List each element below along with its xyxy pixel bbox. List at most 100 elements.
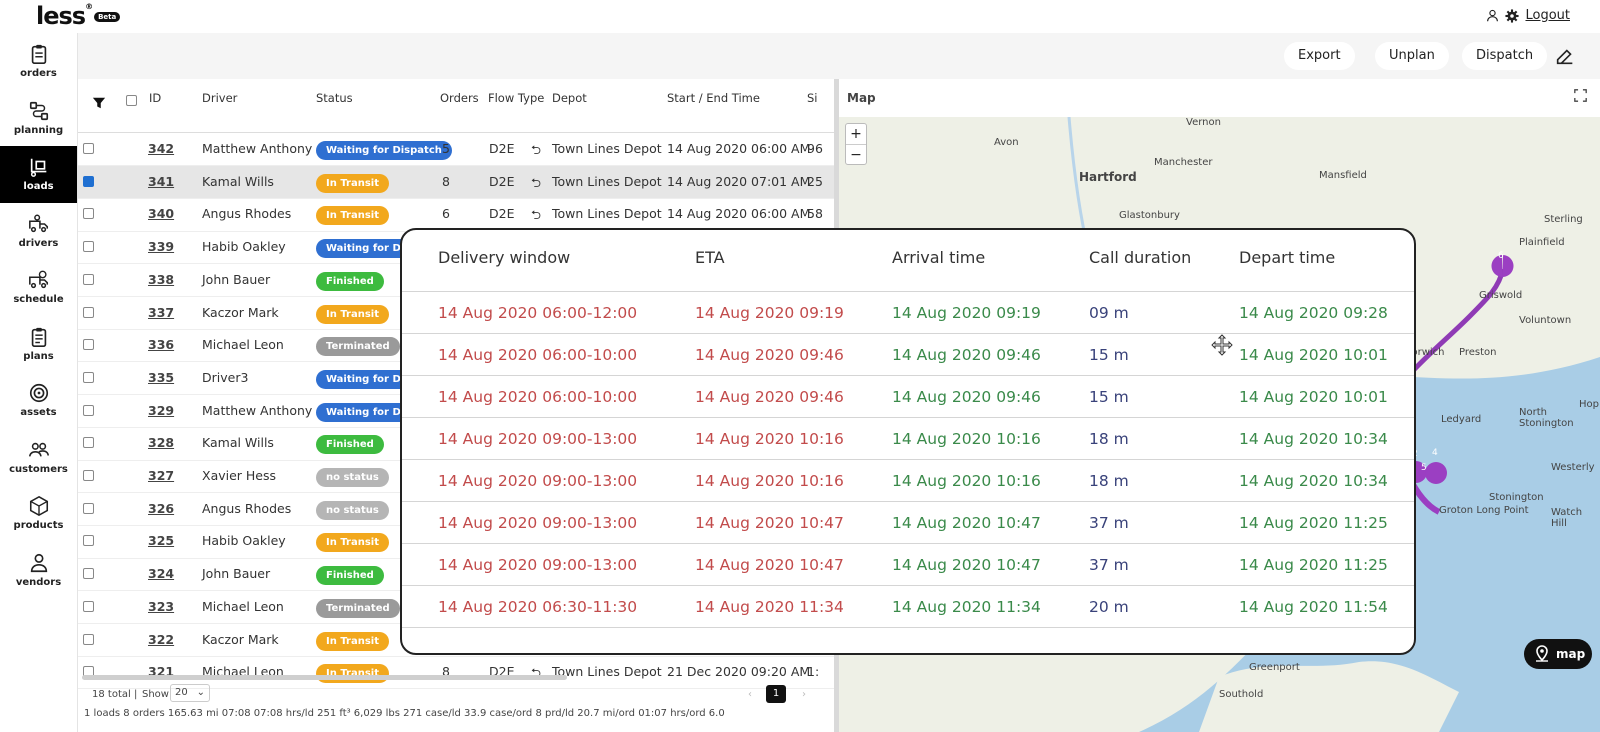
load-id-link[interactable]: 336 bbox=[148, 337, 174, 352]
eta: 14 Aug 2020 09:46 bbox=[695, 388, 844, 406]
col-orders[interactable]: Orders bbox=[440, 91, 479, 105]
row-checkbox[interactable] bbox=[83, 273, 94, 285]
dispatch-button[interactable]: Dispatch bbox=[1462, 42, 1548, 70]
row-checkbox[interactable] bbox=[83, 241, 94, 253]
load-id-link[interactable]: 328 bbox=[148, 435, 174, 450]
table-row[interactable]: 342 Matthew Anthony Waiting for Dispatch 5 D… bbox=[78, 133, 838, 167]
unplan-button[interactable]: Unplan bbox=[1375, 42, 1449, 70]
sidebar-item-drivers[interactable]: drivers bbox=[0, 203, 77, 260]
export-button[interactable]: Export bbox=[1284, 42, 1355, 70]
table-row[interactable]: 341 Kamal Wills In Transit 8 D2E ⮌ Town Lines … bbox=[78, 165, 838, 199]
logout-link[interactable]: Logout bbox=[1525, 8, 1570, 23]
map-label: Manchester bbox=[1154, 157, 1213, 168]
row-checkbox[interactable] bbox=[83, 208, 94, 220]
sidebar: orders planning loads drivers schedule p… bbox=[0, 33, 78, 732]
col-driver[interactable]: Driver bbox=[202, 91, 237, 105]
delivery-window: 14 Aug 2020 09:00-13:00 bbox=[438, 556, 638, 574]
sidebar-item-products[interactable]: products bbox=[0, 485, 77, 542]
col-id[interactable]: ID bbox=[149, 91, 161, 105]
sidebar-item-orders[interactable]: orders bbox=[0, 33, 77, 90]
status-badge: In Transit bbox=[316, 533, 390, 553]
summary-stats: 1 loads 8 orders 165.63 mi 07:08 07:08 h… bbox=[84, 708, 725, 719]
col-status[interactable]: Status bbox=[316, 91, 353, 105]
popup-row: 14 Aug 2020 06:30-11:30 14 Aug 2020 11:34… bbox=[402, 586, 1414, 628]
map-label: Southold bbox=[1219, 689, 1264, 700]
col-arrival-time: Arrival time bbox=[892, 248, 986, 267]
row-checkbox[interactable] bbox=[83, 600, 94, 612]
status-badge: In Transit bbox=[316, 304, 390, 324]
row-checkbox[interactable] bbox=[83, 339, 94, 351]
load-id-link[interactable]: 324 bbox=[148, 566, 174, 581]
load-id-link[interactable]: 323 bbox=[148, 599, 174, 614]
load-id-link[interactable]: 341 bbox=[148, 174, 174, 189]
sidebar-item-vendors[interactable]: vendors bbox=[0, 542, 77, 599]
load-id-link[interactable]: 322 bbox=[148, 632, 174, 647]
load-id-link[interactable]: 340 bbox=[148, 206, 174, 221]
call-duration: 09 m bbox=[1089, 304, 1129, 322]
zoom-in-button[interactable]: + bbox=[846, 124, 866, 144]
prev-page-icon[interactable]: ‹ bbox=[748, 689, 752, 700]
table-row[interactable]: 340 Angus Rhodes In Transit 6 D2E ⮌ Town Lines… bbox=[78, 198, 838, 232]
row-checkbox[interactable] bbox=[83, 404, 94, 416]
fullscreen-icon[interactable] bbox=[1574, 89, 1587, 102]
driver-name: Matthew Anthony bbox=[202, 141, 313, 156]
filter-icon[interactable] bbox=[92, 96, 106, 110]
page-button[interactable]: 1 bbox=[766, 685, 786, 703]
load-id-link[interactable]: 335 bbox=[148, 370, 174, 385]
next-page-icon[interactable]: › bbox=[802, 689, 806, 700]
action-toolbar: Export Unplan Dispatch bbox=[78, 33, 1600, 79]
map-marker[interactable]: 6 bbox=[1498, 251, 1504, 261]
sidebar-item-schedule[interactable]: schedule bbox=[0, 259, 77, 316]
load-id-link[interactable]: 342 bbox=[148, 141, 174, 156]
status-badge: Terminated bbox=[316, 337, 400, 357]
map-label: Hartford bbox=[1079, 170, 1137, 184]
sidebar-item-assets[interactable]: assets bbox=[0, 372, 77, 429]
map-label: Westerly bbox=[1551, 462, 1595, 473]
load-id-link[interactable]: 327 bbox=[148, 468, 174, 483]
row-checkbox[interactable] bbox=[83, 371, 94, 383]
orders-count: 6 bbox=[442, 206, 450, 222]
user-icon[interactable] bbox=[1486, 9, 1499, 22]
col-flow-type[interactable]: Flow Type bbox=[488, 91, 544, 105]
load-id-link[interactable]: 339 bbox=[148, 239, 174, 254]
sidebar-item-plans[interactable]: plans bbox=[0, 316, 77, 373]
row-checkbox[interactable] bbox=[83, 535, 94, 547]
load-id-link[interactable]: 329 bbox=[148, 403, 174, 418]
load-id-link[interactable]: 337 bbox=[148, 305, 174, 320]
row-checkbox[interactable] bbox=[83, 175, 94, 187]
col-start-end-time[interactable]: Start / End Time bbox=[667, 91, 760, 105]
row-checkbox[interactable] bbox=[83, 143, 94, 154]
map-toggle-button[interactable]: map bbox=[1524, 639, 1592, 669]
map-marker[interactable]: 5 bbox=[1421, 463, 1427, 473]
row-checkbox[interactable] bbox=[83, 633, 94, 645]
status-badge: In Transit bbox=[316, 173, 390, 193]
sidebar-item-customers[interactable]: customers bbox=[0, 429, 77, 486]
row-checkbox[interactable] bbox=[83, 437, 94, 449]
top-bar: less®Beta Logout bbox=[0, 0, 1600, 33]
load-id-link[interactable]: 326 bbox=[148, 501, 174, 516]
move-cursor-icon bbox=[1211, 334, 1233, 356]
total-count: 18 total bbox=[92, 689, 131, 700]
edit-icon[interactable] bbox=[1554, 45, 1576, 67]
map-marker[interactable]: 4 bbox=[1432, 448, 1438, 458]
row-checkbox[interactable] bbox=[83, 306, 94, 318]
col-si[interactable]: Si bbox=[807, 91, 818, 105]
sidebar-item-loads[interactable]: loads bbox=[0, 146, 77, 203]
select-all-checkbox[interactable] bbox=[126, 95, 137, 106]
row-checkbox[interactable] bbox=[83, 502, 94, 514]
target-icon bbox=[29, 384, 48, 403]
page-size-select[interactable]: 20 ⌄ bbox=[170, 684, 210, 702]
app-logo[interactable]: less®Beta bbox=[36, 2, 121, 30]
zoom-control: + − bbox=[845, 123, 867, 165]
gear-icon[interactable] bbox=[1505, 8, 1520, 23]
sidebar-item-planning[interactable]: planning bbox=[0, 90, 77, 147]
row-checkbox[interactable] bbox=[83, 470, 94, 481]
status-badge: Finished bbox=[316, 566, 384, 586]
load-id-link[interactable]: 325 bbox=[148, 533, 174, 548]
row-checkbox[interactable] bbox=[83, 568, 94, 580]
load-id-link[interactable]: 338 bbox=[148, 272, 174, 287]
zoom-out-button[interactable]: − bbox=[846, 144, 866, 165]
popup-row: 14 Aug 2020 09:00-13:00 14 Aug 2020 10:47… bbox=[402, 544, 1414, 586]
col-depot[interactable]: Depot bbox=[552, 91, 587, 105]
depot-name: Town Lines Depot bbox=[552, 664, 662, 680]
